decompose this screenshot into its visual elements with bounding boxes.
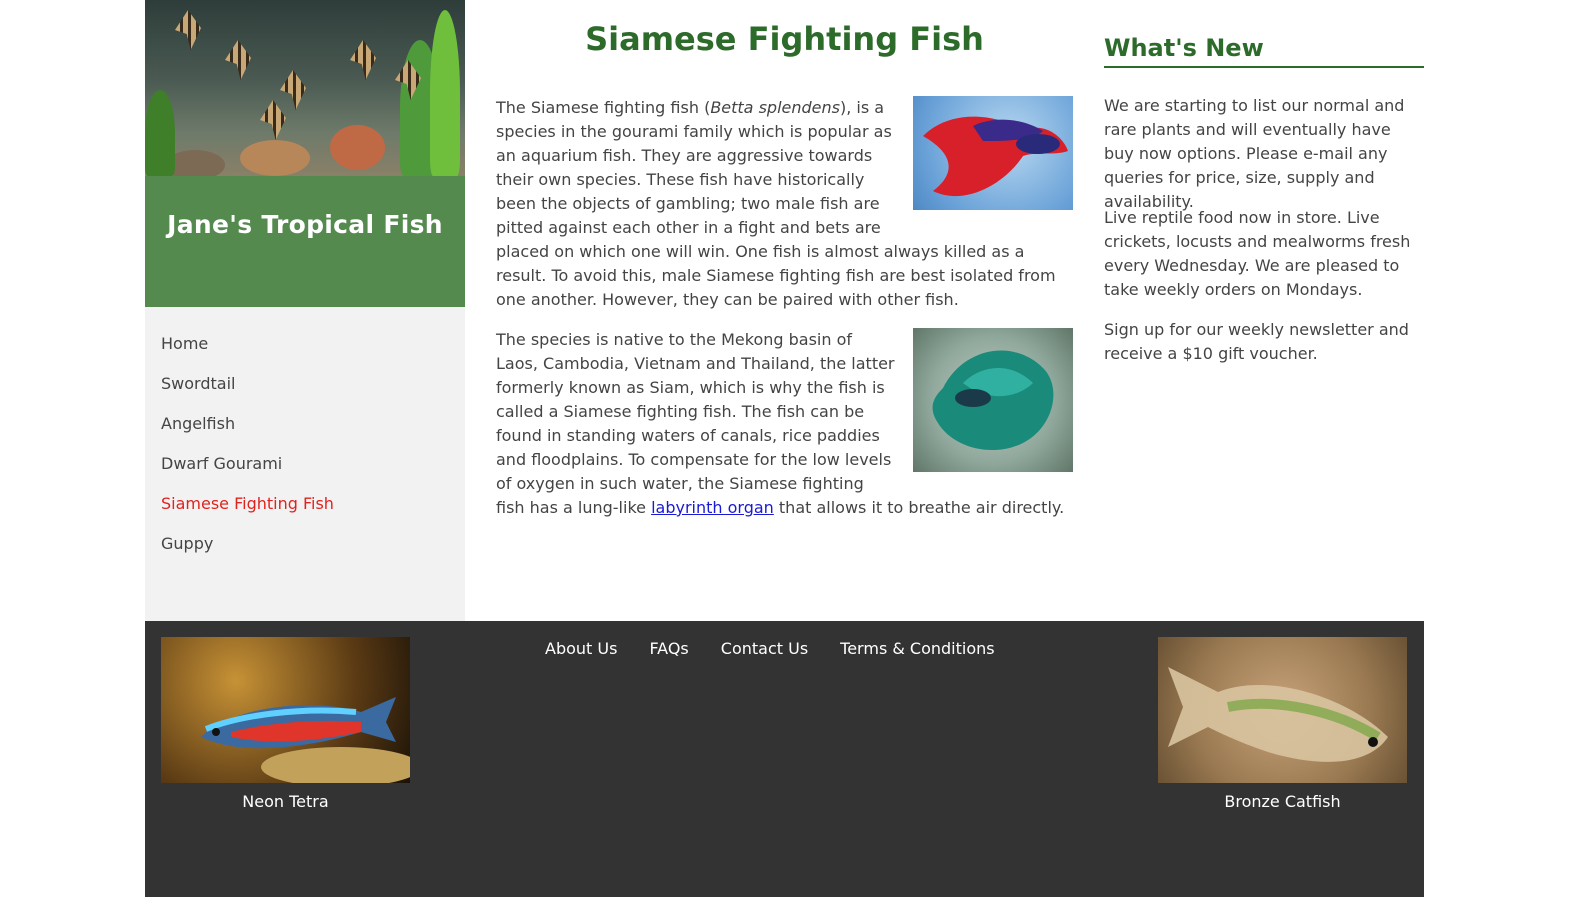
neon-tetra-caption: Neon Tetra: [242, 792, 329, 811]
habitat-paragraph: The species is native to the Mekong basi…: [496, 328, 1073, 520]
habitat-text-end: that allows it to breathe air directly.: [773, 498, 1065, 517]
aquarium-banner-image: [145, 0, 465, 176]
footer-link-contact-us[interactable]: Contact Us: [721, 639, 808, 658]
brand-block: Jane's Tropical Fish: [145, 176, 465, 307]
nav-item-swordtail[interactable]: Swordtail: [161, 372, 334, 412]
bronze-catfish-caption: Bronze Catfish: [1224, 792, 1341, 811]
labyrinth-organ-link[interactable]: labyrinth organ: [651, 498, 774, 517]
site-title[interactable]: Jane's Tropical Fish: [167, 210, 443, 239]
intro-paragraph: The Siamese fighting fish (Betta splende…: [496, 96, 1073, 312]
bronze-catfish-card[interactable]: Bronze Catfish: [1158, 637, 1407, 811]
betta-red-fish-image: [913, 96, 1073, 210]
nav-item-home[interactable]: Home: [161, 332, 334, 372]
sidebar: Jane's Tropical Fish Home Swordtail Ange…: [145, 0, 465, 621]
intro-text-start: The Siamese fighting fish (: [496, 98, 711, 117]
betta-teal-fish-image: [913, 328, 1073, 472]
scientific-name: Betta splendens: [710, 98, 840, 117]
habitat-text-start: The species is native to the Mekong basi…: [496, 330, 895, 517]
sidebar-nav: Home Swordtail Angelfish Dwarf Gourami S…: [161, 332, 334, 572]
nav-item-angelfish[interactable]: Angelfish: [161, 412, 334, 452]
footer-link-terms[interactable]: Terms & Conditions: [840, 639, 994, 658]
neon-tetra-image: [161, 637, 410, 783]
footer: Neon Tetra About Us FAQs Contact Us Term…: [145, 621, 1424, 897]
nav-item-dwarf-gourami[interactable]: Dwarf Gourami: [161, 452, 334, 492]
bronze-catfish-image: [1158, 637, 1407, 783]
nav-item-guppy[interactable]: Guppy: [161, 532, 334, 572]
page: Jane's Tropical Fish Home Swordtail Ange…: [145, 0, 1424, 897]
news-item: Sign up for our weekly newsletter and re…: [1104, 320, 1409, 363]
news-item: We are starting to list our normal and r…: [1104, 96, 1405, 211]
nav-item-siamese-fighting-fish[interactable]: Siamese Fighting Fish: [161, 492, 334, 532]
footer-link-about-us[interactable]: About Us: [545, 639, 617, 658]
footer-nav: About Us FAQs Contact Us Terms & Conditi…: [545, 639, 995, 658]
page-title: Siamese Fighting Fish: [585, 20, 984, 58]
neon-tetra-card[interactable]: Neon Tetra: [161, 637, 410, 811]
whats-new-heading: What's New: [1104, 34, 1424, 68]
news-item: Live reptile food now in store. Live cri…: [1104, 208, 1411, 299]
footer-link-faqs[interactable]: FAQs: [649, 639, 688, 658]
